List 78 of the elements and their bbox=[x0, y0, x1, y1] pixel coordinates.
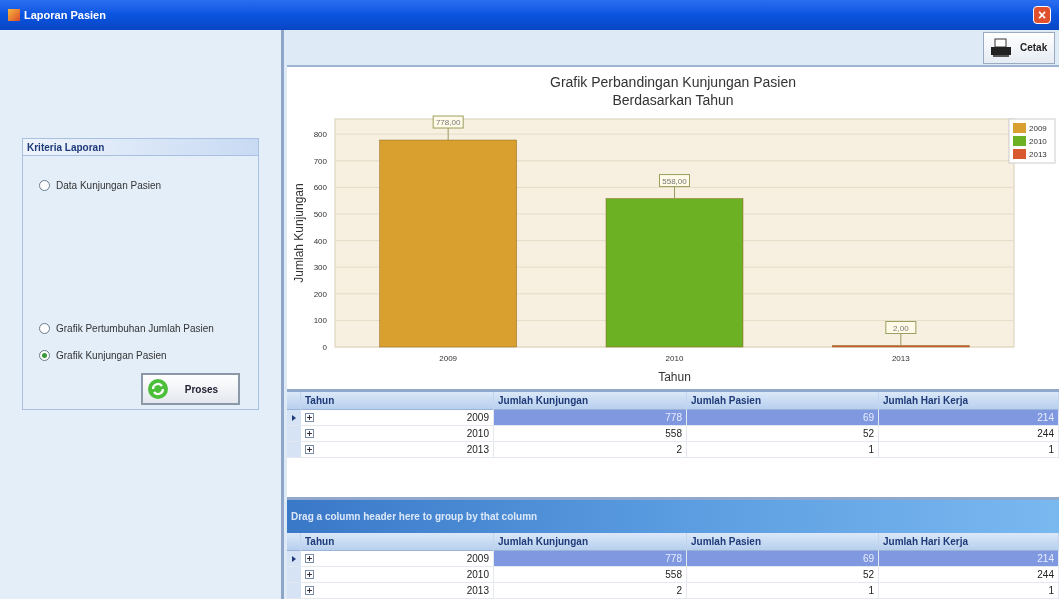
y-tick-label: 0 bbox=[322, 343, 327, 353]
table-cell-text: 558 bbox=[665, 427, 682, 442]
table-cell-text: 69 bbox=[862, 552, 874, 566]
column-header[interactable]: Tahun bbox=[301, 533, 494, 551]
x-tick-label: 2009 bbox=[439, 354, 458, 364]
window-title: Laporan Pasien bbox=[24, 7, 106, 23]
table-cell-text: 1 bbox=[1048, 584, 1054, 598]
value-label: 778,00 bbox=[432, 115, 464, 129]
table-row[interactable]: 2013 2 1 1 bbox=[287, 583, 1059, 599]
table-cell-text: 1 bbox=[868, 584, 874, 598]
y-tick-label: 700 bbox=[313, 157, 327, 166]
y-axis-title: Jumlah Kunjungan bbox=[292, 183, 306, 283]
y-tick-label: 200 bbox=[313, 290, 327, 299]
table-cell-text: 52 bbox=[862, 568, 874, 582]
table-cell-text: 69 bbox=[862, 411, 874, 426]
column-header[interactable]: Tahun bbox=[301, 392, 494, 411]
y-tick-label: 800 bbox=[313, 130, 327, 140]
row-header[interactable] bbox=[287, 410, 301, 426]
refresh-icon bbox=[147, 378, 169, 400]
radio-button[interactable] bbox=[39, 180, 50, 191]
table-row[interactable]: 2009 778 69 214 bbox=[287, 410, 1059, 427]
table-cell-text: 2013 bbox=[466, 443, 489, 458]
print-button[interactable]: Cetak bbox=[983, 31, 1055, 64]
table-cell-text: 1 bbox=[868, 443, 874, 458]
app-icon bbox=[8, 9, 20, 21]
row-header[interactable] bbox=[287, 551, 301, 566]
legend-label: 2010 bbox=[1029, 137, 1047, 147]
y-tick-label: 400 bbox=[313, 236, 327, 246]
table-cell-text: 2 bbox=[676, 443, 682, 458]
value-label: 558,00 bbox=[659, 174, 690, 188]
table-cell-text: 778 bbox=[665, 552, 682, 566]
expand-icon[interactable] bbox=[305, 554, 314, 563]
x-tick-label: 2010 bbox=[665, 354, 684, 364]
expand-icon[interactable] bbox=[305, 413, 314, 423]
table-cell-text: 2009 bbox=[466, 411, 489, 426]
process-button[interactable]: Proses bbox=[141, 373, 240, 405]
table-cell-text: 52 bbox=[862, 427, 874, 442]
group-panel-hint: Drag a column header here to group by that column bbox=[291, 509, 538, 524]
table-cell-text: 778 bbox=[665, 411, 682, 426]
chart-title: Grafik Perbandingan Kunjungan Pasien Berdasarkan Tahun bbox=[549, 73, 797, 110]
radio-label: Grafik Kunjungan Pasien bbox=[56, 349, 167, 363]
table-row[interactable]: 2010 558 52 244 bbox=[287, 426, 1059, 443]
radio-button[interactable] bbox=[39, 323, 50, 334]
table-cell-text: 558 bbox=[665, 568, 682, 582]
close-button[interactable]: × bbox=[1033, 6, 1051, 24]
table-cell-text: 2010 bbox=[466, 568, 489, 582]
expand-icon[interactable] bbox=[305, 445, 314, 455]
expand-icon[interactable] bbox=[305, 570, 314, 579]
expand-icon[interactable] bbox=[305, 429, 314, 439]
table-cell-text: 2 bbox=[676, 584, 682, 598]
radio-label: Grafik Pertumbuhan Jumlah Pasien bbox=[56, 322, 214, 336]
x-tick-label: 2013 bbox=[891, 354, 910, 364]
table-cell-text: 2010 bbox=[466, 427, 489, 442]
y-tick-label: 300 bbox=[313, 263, 327, 273]
table-cell-text: 2013 bbox=[466, 584, 489, 598]
table-cell-text: 1 bbox=[1048, 443, 1054, 458]
radio-label: Data Kunjungan Pasien bbox=[56, 179, 162, 193]
row-pointer-icon bbox=[292, 555, 296, 562]
printer-icon bbox=[990, 37, 1012, 58]
legend-label: 2009 bbox=[1029, 124, 1047, 134]
y-tick-label: 600 bbox=[313, 183, 327, 193]
legend-label: 2013 bbox=[1029, 150, 1047, 160]
table-cell-text: 214 bbox=[1037, 411, 1054, 426]
row-pointer-icon bbox=[292, 414, 296, 421]
y-tick-label: 500 bbox=[313, 210, 327, 220]
table-cell-text: 244 bbox=[1037, 427, 1054, 442]
table-cell-text: 214 bbox=[1037, 552, 1054, 566]
table-row[interactable]: 2010 558 52 244 bbox=[287, 567, 1059, 583]
table-row[interactable]: 2009 778 69 214 bbox=[287, 551, 1059, 567]
expand-icon[interactable] bbox=[305, 586, 314, 595]
table-cell-text: 244 bbox=[1037, 568, 1054, 582]
y-tick-label: 100 bbox=[313, 316, 327, 326]
radio-button[interactable] bbox=[39, 350, 50, 361]
value-label: 2,00 bbox=[885, 321, 917, 335]
table-cell-text: 2009 bbox=[466, 552, 489, 566]
group-title: Kriteria Laporan bbox=[23, 139, 258, 156]
x-axis-title: Tahun bbox=[658, 370, 691, 385]
table-row[interactable]: 2013 2 1 1 bbox=[287, 442, 1059, 459]
